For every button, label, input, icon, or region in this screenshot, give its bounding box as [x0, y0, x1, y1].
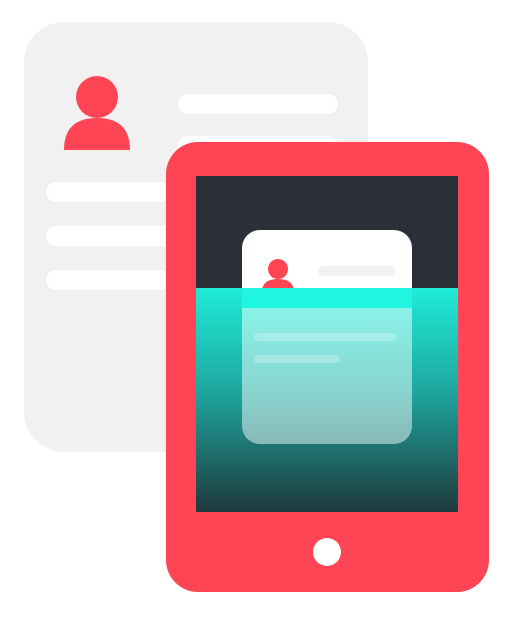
- scan-beam-icon: [196, 288, 458, 512]
- screen-person-head: [268, 259, 288, 279]
- illustration-canvas: [0, 0, 506, 622]
- document-text-line: [178, 94, 338, 114]
- scanned-text-line: [254, 355, 340, 363]
- person-head: [76, 76, 118, 118]
- tablet-icon: [166, 142, 489, 592]
- scan-edge: [242, 288, 412, 308]
- scanned-text-line: [254, 333, 396, 341]
- document-scan-illustration: [24, 22, 489, 592]
- scanned-document-overlay: [242, 288, 412, 444]
- home-button-icon: [313, 538, 341, 566]
- screen-text-line: [318, 266, 396, 276]
